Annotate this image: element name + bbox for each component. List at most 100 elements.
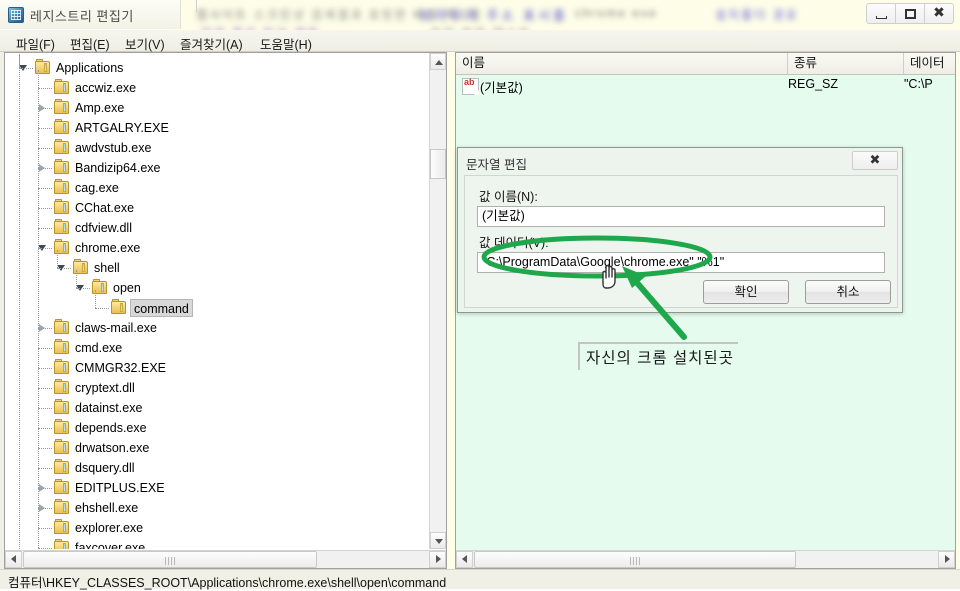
tree-guide-line [38, 188, 52, 189]
values-column-header: 이름 종류 데이터 [456, 53, 955, 75]
tree-guide-line [38, 148, 52, 149]
tree-guide-line [76, 288, 90, 289]
folder-icon [54, 119, 70, 135]
column-header-name[interactable]: 이름 [456, 53, 788, 74]
registry-tree-list: Applications accwiz.exe Amp.exe ARTGALRY.EX… [6, 54, 430, 549]
tree-item-label: Amp.exe [75, 101, 125, 115]
menu-bar: 파일(F) 편집(E) 보기(V) 즐겨찾기(A) 도움말(H) [0, 30, 960, 52]
minimize-button[interactable] [866, 3, 896, 24]
registry-tree-pane: Applications accwiz.exe Amp.exe ARTGALRY.EX… [4, 52, 447, 569]
edit-string-dialog: 문자열 편집 ✖ 값 이름(N): (기본값) 값 데이터(V): "C:\Pr… [457, 147, 903, 313]
tree-item-label: explorer.exe [75, 521, 144, 535]
tree-item-label: claws-mail.exe [75, 321, 157, 335]
maximize-button[interactable] [895, 3, 925, 24]
tree-item-label: shell [94, 261, 120, 275]
status-bar: 컴퓨터\HKEY_CLASSES_ROOT\Applications\chrom… [0, 569, 960, 590]
tree-scroll-down-arrow[interactable] [430, 532, 446, 549]
folder-icon [54, 539, 70, 549]
folder-icon [54, 339, 70, 355]
folder-icon [54, 319, 70, 335]
tree-item-label: command [130, 299, 193, 317]
close-button[interactable]: ✖ [924, 3, 954, 24]
tree-guide-line [38, 348, 52, 349]
folder-icon [54, 159, 70, 175]
dialog-body: 값 이름(N): (기본값) 값 데이터(V): "C:\ProgramData… [464, 175, 898, 308]
dialog-close-icon[interactable]: ✖ [852, 151, 898, 170]
folder-icon [111, 299, 127, 315]
value-name-label: 값 이름(N): [479, 190, 538, 204]
folder-icon [54, 419, 70, 435]
tree-hscroll-grip [165, 557, 175, 565]
cancel-button[interactable]: 취소 [805, 280, 891, 304]
tree-item-label: Applications [56, 61, 124, 75]
tree-guide-line [38, 208, 52, 209]
tree-guide-line [38, 528, 52, 529]
tree-guide-line [76, 270, 77, 288]
tree-item-label: dsquery.dll [75, 461, 135, 475]
menu-help[interactable]: 도움말(H) [256, 33, 316, 54]
menu-view[interactable]: 보기(V) [121, 33, 169, 54]
tree-vertical-scrollbar[interactable] [429, 53, 446, 549]
tree-item-label: ehshell.exe [75, 501, 139, 515]
folder-icon [54, 499, 70, 515]
value-name-input[interactable]: (기본값) [477, 206, 885, 227]
tree-guide-line [19, 68, 33, 69]
column-header-data[interactable]: 데이터 [904, 53, 955, 74]
tree-item-label: cmd.exe [75, 341, 123, 355]
column-header-type[interactable]: 종류 [788, 53, 904, 74]
value-data: "C:\P [904, 77, 933, 91]
tree-item-label: CMMGR32.EXE [75, 361, 166, 375]
tree-guide-line [38, 468, 52, 469]
tree-guide-line [38, 168, 52, 169]
tree-guide-line [19, 54, 20, 549]
tree-item-label: cryptext.dll [75, 381, 135, 395]
tree-item-label: EDITPLUS.EXE [75, 481, 165, 495]
folder-icon [54, 79, 70, 95]
folder-icon [54, 99, 70, 115]
values-horizontal-scrollbar[interactable] [456, 550, 955, 568]
tree-hscroll-thumb[interactable] [23, 551, 317, 568]
registry-editor-icon [8, 7, 24, 23]
values-scroll-right-arrow[interactable] [938, 551, 955, 568]
menu-edit[interactable]: 편집(E) [66, 33, 114, 54]
values-hscroll-thumb[interactable] [474, 551, 796, 568]
annotation-label: 자신의 크롬 설치된곳 [578, 342, 738, 370]
tree-item-label: datainst.exe [75, 401, 143, 415]
tree-item-label: faxcover.exe [75, 541, 146, 549]
tree-guide-line [38, 388, 52, 389]
folder-icon [54, 219, 70, 235]
tree-scroll-right-arrow[interactable] [429, 551, 446, 568]
tree-scroll-thumb[interactable] [430, 149, 446, 179]
folder-icon [54, 399, 70, 415]
status-bar-path: 컴퓨터\HKEY_CLASSES_ROOT\Applications\chrom… [8, 576, 447, 590]
folder-icon [54, 139, 70, 155]
folder-icon [54, 459, 70, 475]
tree-item-label: ARTGALRY.EXE [75, 121, 169, 135]
menu-favorites[interactable]: 즐겨찾기(A) [176, 33, 247, 54]
tree-guide-line [38, 508, 52, 509]
tree-scroll-left-arrow[interactable] [5, 551, 22, 568]
tree-guide-line [38, 408, 52, 409]
tree-item-label: depends.exe [75, 421, 147, 435]
folder-icon [54, 519, 70, 535]
tree-guide-line [38, 70, 39, 549]
menu-file[interactable]: 파일(F) [12, 33, 59, 54]
value-row-default[interactable]: (기본값) REG_SZ "C:\P [456, 75, 955, 96]
tree-guide-line [38, 448, 52, 449]
tree-scroll-up-arrow[interactable] [430, 53, 446, 70]
folder-icon [54, 179, 70, 195]
folder-icon [54, 479, 70, 495]
tree-guide-line [38, 428, 52, 429]
tree-item-label: drwatson.exe [75, 441, 150, 455]
tree-item-label: awdvstub.exe [75, 141, 152, 155]
tree-guide-line [38, 548, 52, 549]
folder-icon [54, 439, 70, 455]
tree-guide-line [38, 88, 52, 89]
values-scroll-left-arrow[interactable] [456, 551, 473, 568]
ok-button[interactable]: 확인 [703, 280, 789, 304]
tree-item-label: cag.exe [75, 181, 119, 195]
tree-guide-line [38, 128, 52, 129]
value-data-input[interactable]: "C:\ProgramData\Google\chrome.exe" "%1" [477, 252, 885, 273]
value-data-label: 값 데이터(V): [479, 236, 549, 250]
tree-horizontal-scrollbar[interactable] [5, 550, 446, 568]
